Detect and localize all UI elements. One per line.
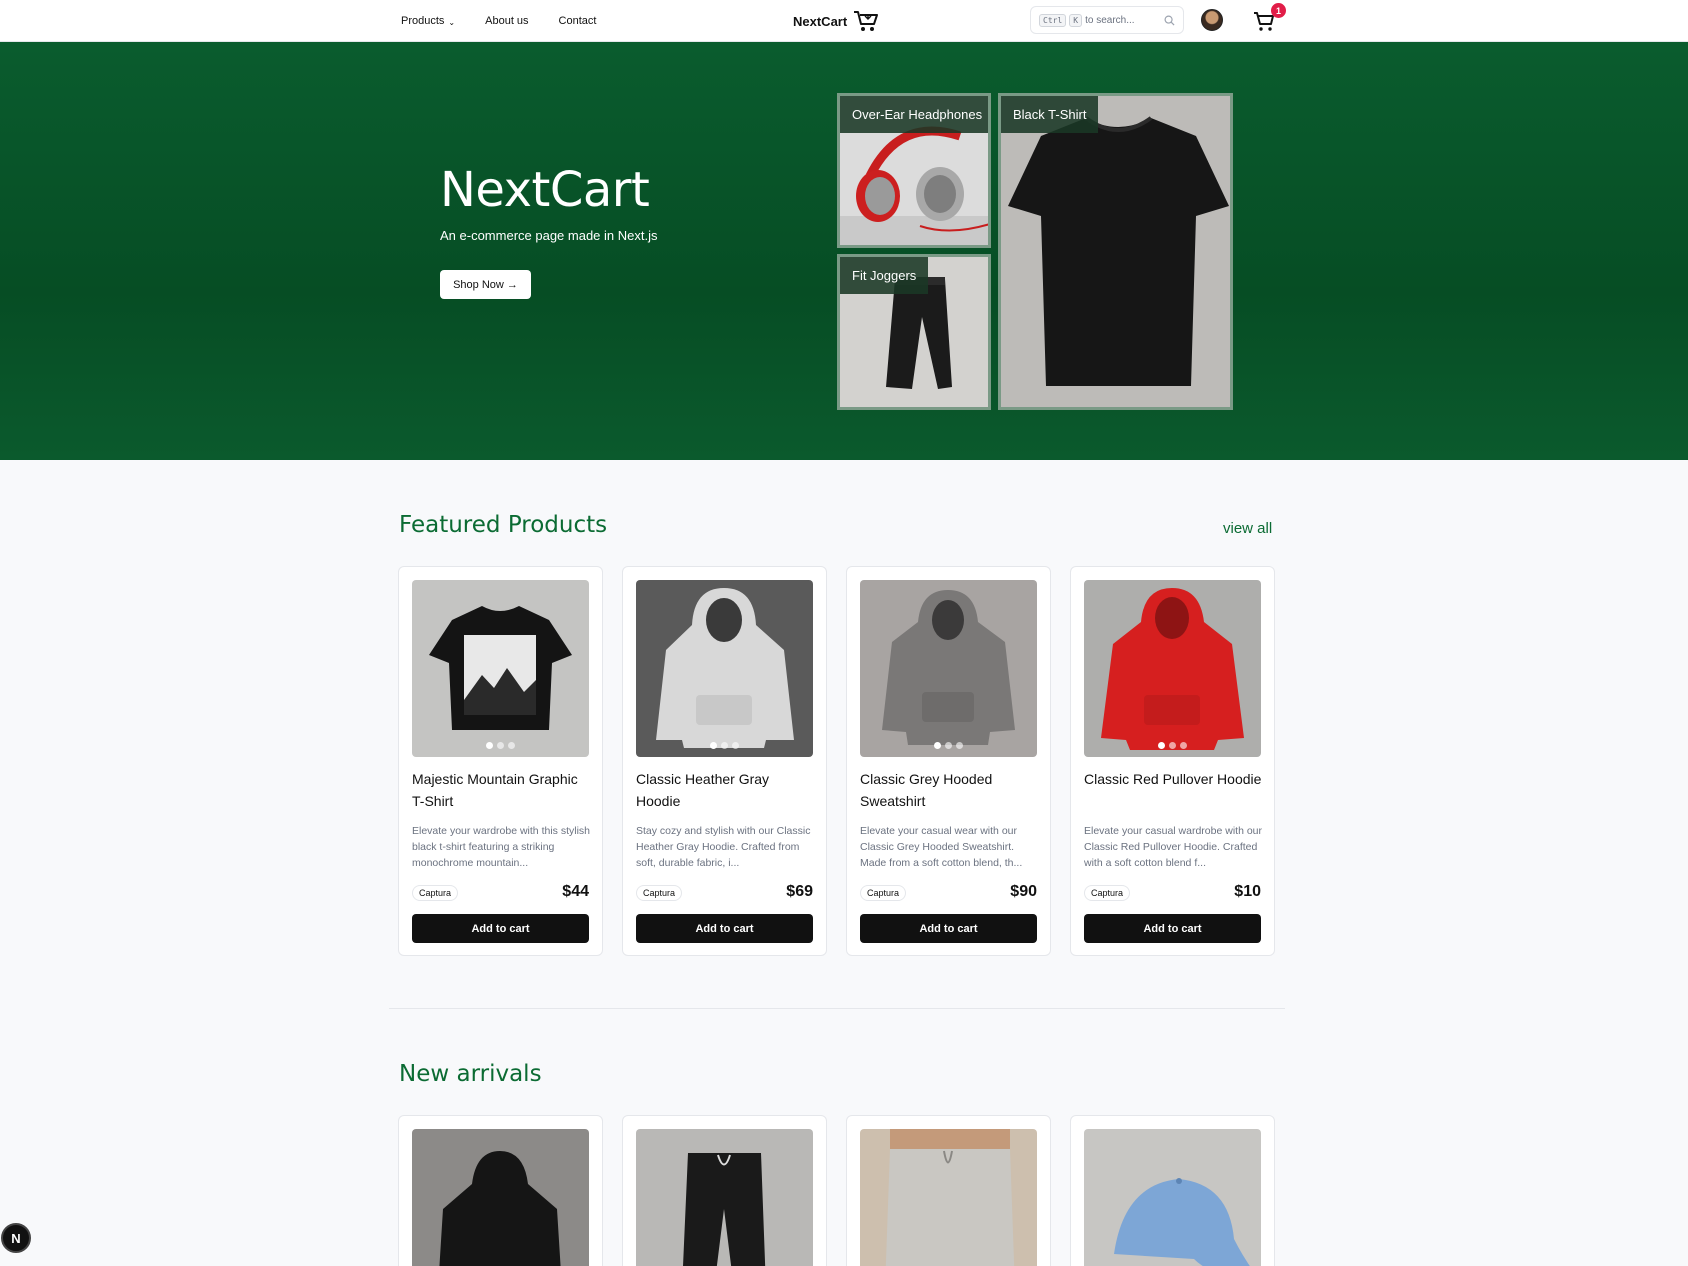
product-card[interactable]: Classic Heather Gray Hoodie Stay cozy an… — [622, 566, 827, 956]
brand-badge: Captura — [860, 885, 907, 901]
product-card[interactable]: Majestic Mountain Graphic T-Shirt Elevat… — [398, 566, 603, 956]
main-nav: Products ⌄ About us Contact — [401, 0, 596, 42]
shop-now-button[interactable]: Shop Now → — [440, 270, 531, 299]
product-image[interactable] — [860, 580, 1037, 757]
product-image[interactable] — [636, 1129, 813, 1266]
chevron-down-icon: ⌄ — [448, 17, 456, 27]
product-image[interactable] — [412, 1129, 589, 1266]
black-hoodie-image — [412, 1129, 589, 1266]
brand-badge: Captura — [636, 885, 683, 901]
product-price: $69 — [786, 883, 813, 900]
search-icon — [1164, 15, 1175, 26]
add-to-cart-button[interactable]: Add to cart — [412, 914, 589, 943]
product-image[interactable] — [636, 580, 813, 757]
cart-logo-icon — [854, 11, 879, 31]
brand-badge: Captura — [1084, 885, 1131, 901]
product-name[interactable]: Classic Red Pullover Hoodie — [1084, 768, 1264, 790]
nav-products-label: Products — [401, 15, 445, 27]
search-placeholder: to search... — [1085, 14, 1135, 26]
search-input[interactable]: Ctrl K to search... — [1030, 6, 1184, 34]
black-joggers-image — [636, 1129, 813, 1266]
nav-contact-label: Contact — [558, 15, 597, 27]
kbd-ctrl: Ctrl — [1039, 13, 1067, 27]
product-name[interactable]: Classic Grey Hooded Sweatshirt — [860, 768, 1040, 812]
hero-subtitle: An e-commerce page made in Next.js — [440, 228, 658, 243]
red-hoodie-image — [1084, 580, 1261, 757]
hero-banner: NextCart An e-commerce page made in Next… — [0, 42, 1688, 460]
tile-label-headphones: Over-Ear Headphones — [840, 96, 988, 133]
section-divider — [389, 1008, 1285, 1009]
product-price: $90 — [1010, 883, 1037, 900]
light-joggers-image — [860, 1129, 1037, 1266]
product-card[interactable] — [846, 1115, 1051, 1266]
nav-contact[interactable]: Contact — [559, 15, 597, 27]
product-card[interactable] — [1070, 1115, 1275, 1266]
grey-sweatshirt-image — [860, 580, 1037, 757]
image-carousel-dots[interactable] — [860, 742, 1037, 749]
add-to-cart-button[interactable]: Add to cart — [860, 914, 1037, 943]
brand-logo[interactable]: NextCart — [793, 8, 879, 34]
featured-section-title: Featured Products — [399, 512, 608, 538]
image-carousel-dots[interactable] — [636, 742, 813, 749]
graphic-tshirt-image — [412, 580, 589, 757]
brand-name: NextCart — [793, 13, 848, 29]
product-card[interactable] — [622, 1115, 827, 1266]
product-image[interactable] — [412, 580, 589, 757]
view-all-link[interactable]: view all — [1223, 520, 1272, 537]
tshirt-image — [1001, 96, 1230, 407]
product-description: Elevate your wardrobe with this stylish … — [412, 825, 590, 869]
image-carousel-dots[interactable] — [412, 742, 589, 749]
product-description: Elevate your casual wear with our Classi… — [860, 825, 1023, 869]
gray-hoodie-image — [636, 580, 813, 757]
nav-about-label: About us — [485, 15, 529, 27]
new-arrivals-title: New arrivals — [399, 1061, 542, 1087]
product-price: $44 — [562, 883, 589, 900]
product-image[interactable] — [1084, 1129, 1261, 1266]
nextjs-dev-badge[interactable]: N — [1, 1223, 31, 1253]
add-to-cart-button[interactable]: Add to cart — [636, 914, 813, 943]
hero-tile-joggers[interactable]: Fit Joggers — [837, 254, 991, 410]
blue-cap-image — [1084, 1129, 1261, 1266]
product-image[interactable] — [860, 1129, 1037, 1266]
tile-label-tshirt: Black T-Shirt — [1001, 96, 1099, 133]
hero-tile-tshirt[interactable]: Black T-Shirt — [998, 93, 1233, 410]
product-name[interactable]: Classic Heather Gray Hoodie — [636, 768, 816, 812]
brand-badge: Captura — [412, 885, 459, 901]
product-description: Stay cozy and stylish with our Classic H… — [636, 825, 811, 869]
nav-about[interactable]: About us — [485, 15, 528, 27]
product-image[interactable] — [1084, 580, 1261, 757]
kbd-k: K — [1069, 13, 1083, 27]
product-card[interactable]: Classic Red Pullover Hoodie Elevate your… — [1070, 566, 1275, 956]
image-carousel-dots[interactable] — [1084, 742, 1261, 749]
add-to-cart-button[interactable]: Add to cart — [1084, 914, 1261, 943]
cart-count-badge: 1 — [1271, 3, 1286, 18]
user-avatar[interactable] — [1201, 9, 1223, 31]
product-name[interactable]: Majestic Mountain Graphic T-Shirt — [412, 768, 592, 812]
nav-products[interactable]: Products ⌄ — [401, 15, 455, 27]
hero-title: NextCart — [440, 162, 650, 218]
product-card[interactable]: Classic Grey Hooded Sweatshirt Elevate y… — [846, 566, 1051, 956]
tile-label-joggers: Fit Joggers — [840, 257, 929, 294]
product-card[interactable] — [398, 1115, 603, 1266]
product-description: Elevate your casual wardrobe with our Cl… — [1084, 825, 1263, 869]
product-price: $10 — [1234, 883, 1261, 900]
hero-tile-headphones[interactable]: Over-Ear Headphones — [837, 93, 991, 248]
top-navbar: Products ⌄ About us Contact NextCart Ctr… — [0, 0, 1688, 42]
